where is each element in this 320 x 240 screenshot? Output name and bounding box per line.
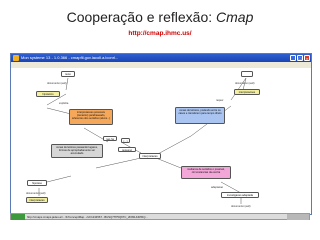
- taskbar: http://cmaps.cmaps.jades.ar/.../fr/Conce…: [10, 213, 310, 220]
- title-bar: Mon systeme 13 - 1.0.366 - cmapfil.gov.l…: [11, 54, 311, 62]
- slide-title-italic: Cmap: [216, 9, 254, 25]
- app-icon: [13, 55, 19, 61]
- link-label: documento (autl): [47, 82, 67, 85]
- concept-node-small-right[interactable]: (...): [121, 138, 130, 143]
- concept-node-blue[interactable]: cenas de leitores, podendo entre os caso…: [175, 107, 225, 124]
- link-label: adaptacao: [211, 186, 224, 189]
- slide-link[interactable]: http://cmap.ihmc.us/: [0, 30, 320, 37]
- link-label: documento (autl): [26, 192, 46, 195]
- link-label: requer: [216, 99, 224, 102]
- concept-node-bl[interactable]: hipotese: [27, 180, 47, 186]
- link-label: explicita: [59, 102, 69, 105]
- concept-node-pequeno[interactable]: pequeno: [118, 147, 136, 152]
- taskbar-url: http://cmaps.cmaps.jades.ar/.../fr/Conce…: [27, 215, 148, 219]
- minimize-button[interactable]: _: [290, 55, 296, 61]
- concept-node-bottom-right-2: documento (autl): [231, 205, 251, 208]
- connector-line: [95, 157, 142, 169]
- window-title: Mon systeme 13 - 1.0.366 - cmapfil.gov.l…: [21, 55, 119, 60]
- concept-node-pink[interactable]: mudanca de sentidos o possivel, circunst…: [181, 166, 231, 179]
- slide-title-text: Cooperação e reflexão:: [66, 9, 217, 25]
- app-window: Mon systeme 13 - 1.0.366 - cmapfil.gov.l…: [10, 53, 312, 215]
- close-button[interactable]: ×: [304, 55, 310, 61]
- concept-node-small-center[interactable]: nao ha: [103, 136, 117, 141]
- connector-lines: [38, 77, 247, 204]
- start-button[interactable]: [11, 214, 25, 220]
- concept-node-bottom-right[interactable]: investigacao adaptada (condicao): [221, 192, 259, 198]
- concept-node-root[interactable]: texto: [61, 71, 75, 77]
- concept-node-top-marker[interactable]: [241, 71, 253, 77]
- concept-node-yellow[interactable]: hipotetico: [36, 91, 60, 97]
- concept-node-br[interactable]: interpretacao: [26, 197, 48, 203]
- concept-node-grey[interactable]: cenas de leitores passando lugares, form…: [51, 144, 103, 158]
- system-tray: [287, 214, 309, 220]
- concept-node-top-right-2[interactable]: interpretacoes: [234, 89, 260, 95]
- slide-title: Cooperação e reflexão: Cmap: [0, 9, 320, 25]
- concept-node-top-right-1: documento (autl): [235, 82, 255, 85]
- connector-line: [155, 135, 192, 156]
- concept-node-orange[interactable]: interpretacoes possiveis (cenarios) para…: [69, 109, 113, 125]
- connector-line: [46, 107, 72, 115]
- maximize-button[interactable]: □: [297, 55, 303, 61]
- concept-node-center[interactable]: interpretacao: [139, 153, 161, 159]
- concept-map-canvas[interactable]: texto documento (autl) hipotetico explic…: [11, 68, 311, 214]
